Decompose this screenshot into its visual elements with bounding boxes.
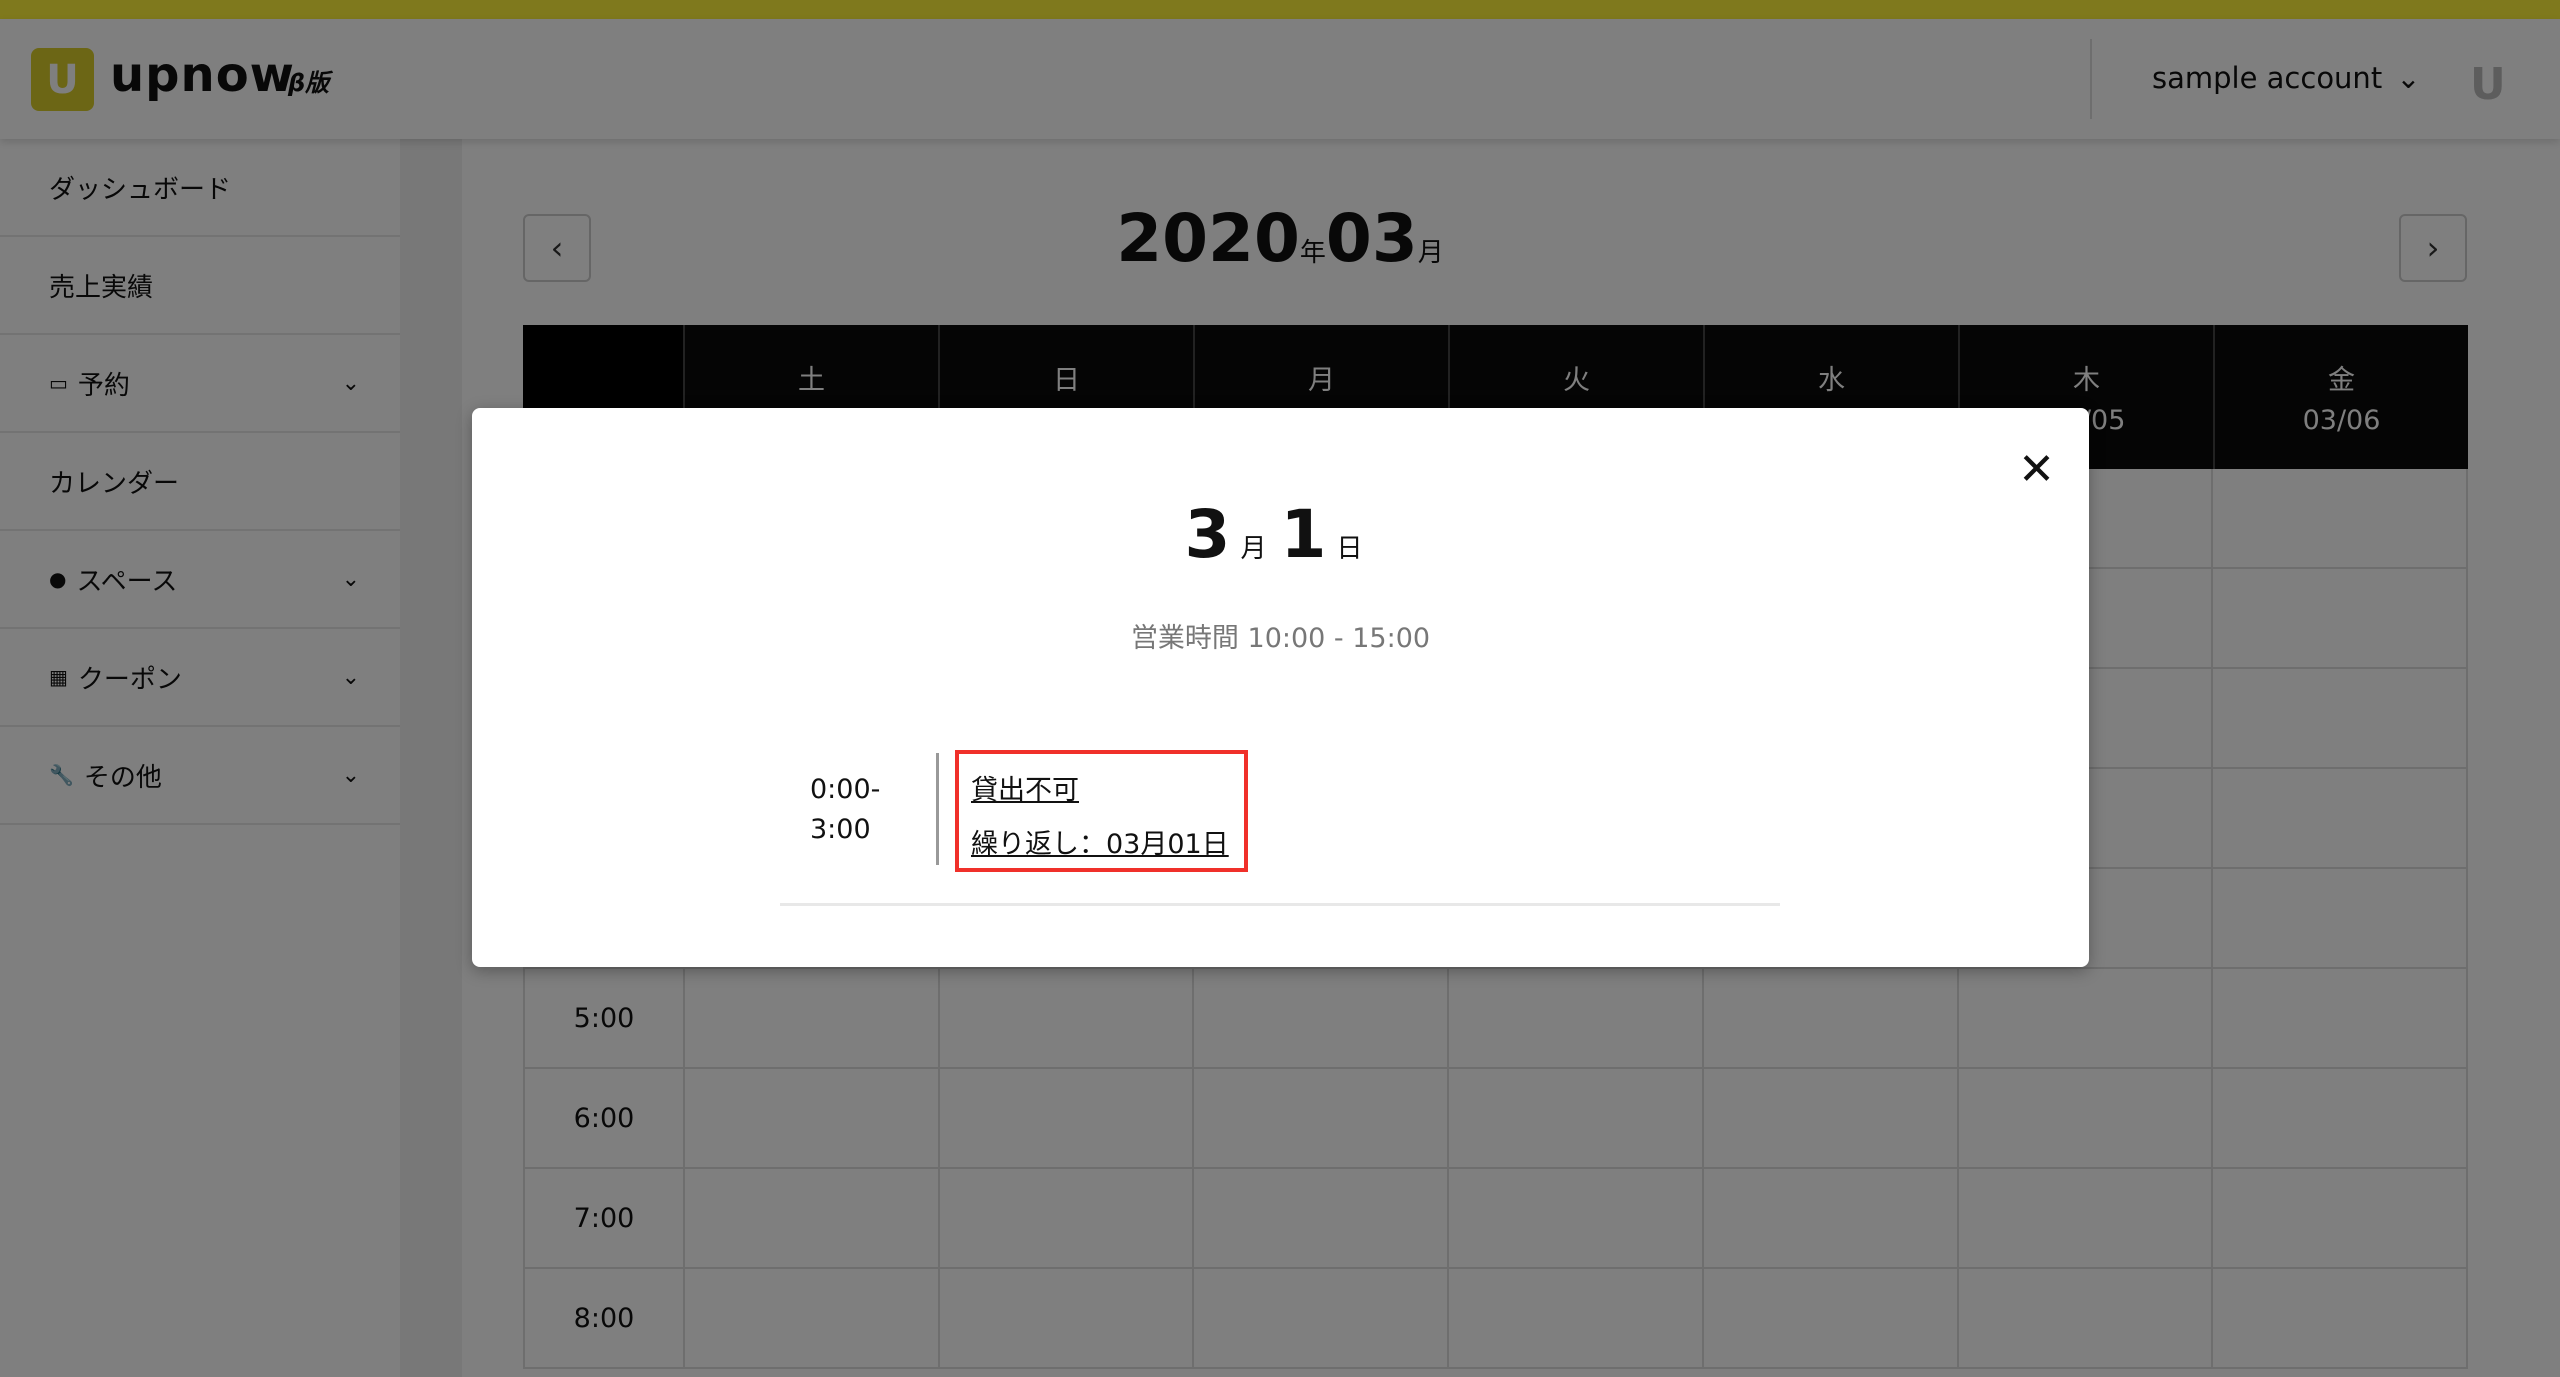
- modal-title: 3月1日: [472, 496, 2089, 573]
- modal-day: 1: [1280, 496, 1327, 573]
- day-detail-modal: ✕ 3月1日 営業時間 10:00 - 15:00 0:00- 3:00 貸出不可…: [472, 408, 2089, 967]
- modal-month: 3: [1184, 496, 1231, 573]
- modal-day-unit: 日: [1336, 534, 1363, 564]
- slot-end: 3:00: [810, 814, 871, 845]
- modal-month-unit: 月: [1240, 534, 1267, 564]
- close-icon[interactable]: ✕: [2018, 444, 2055, 495]
- slot-start: 0:00-: [810, 774, 881, 805]
- unavailable-link[interactable]: 貸出不可: [971, 764, 1232, 818]
- repeat-link[interactable]: 繰り返し：03月01日: [971, 818, 1232, 872]
- slot-divider: [936, 753, 939, 865]
- slot-time: 0:00- 3:00: [810, 770, 880, 850]
- business-hours: 営業時間 10:00 - 15:00: [1130, 623, 1431, 654]
- slot-separator: [780, 903, 1780, 906]
- slot-highlight: 貸出不可 繰り返し：03月01日: [955, 750, 1248, 872]
